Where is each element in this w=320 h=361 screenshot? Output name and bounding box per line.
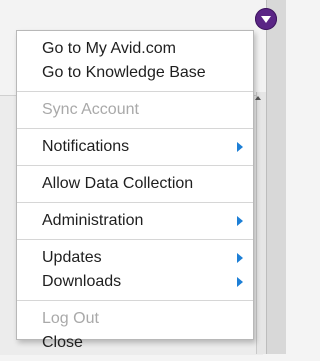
scroll-up-icon[interactable] — [255, 96, 261, 100]
menu-item-administration[interactable]: Administration — [17, 209, 253, 233]
menu-item-close[interactable]: Close — [17, 331, 253, 355]
chevron-right-icon — [237, 277, 243, 287]
menu-group-data-collection: Allow Data Collection — [17, 166, 253, 203]
menu-item-downloads[interactable]: Downloads — [17, 270, 253, 294]
menu-item-label: Log Out — [42, 310, 99, 327]
menu-item-label: Administration — [42, 212, 144, 229]
menu-group-links: Go to My Avid.com Go to Knowledge Base — [17, 31, 253, 92]
window-edge — [266, 0, 286, 354]
chevron-right-icon — [237, 142, 243, 152]
menu-item-allow-data-collection[interactable]: Allow Data Collection — [17, 172, 253, 196]
menu-item-go-to-my-avid[interactable]: Go to My Avid.com — [17, 37, 253, 61]
menu-item-label: Close — [42, 334, 83, 351]
menu-item-updates[interactable]: Updates — [17, 246, 253, 270]
menu-item-label: Downloads — [42, 273, 122, 290]
menu-trigger-button[interactable] — [255, 8, 277, 30]
menu-item-sync-account: Sync Account — [17, 98, 253, 122]
menu-item-label: Go to Knowledge Base — [42, 64, 206, 81]
menu-group-sync: Sync Account — [17, 92, 253, 129]
menu-group-administration: Administration — [17, 203, 253, 240]
chevron-right-icon — [237, 216, 243, 226]
menu-item-label: Notifications — [42, 138, 130, 155]
menu-item-go-to-knowledge-base[interactable]: Go to Knowledge Base — [17, 61, 253, 85]
menu-group-updates: Updates Downloads — [17, 240, 253, 301]
menu-item-log-out: Log Out — [17, 307, 253, 331]
chevron-down-icon — [261, 16, 271, 23]
menu-group-notifications: Notifications — [17, 129, 253, 166]
chevron-right-icon — [237, 253, 243, 263]
menu-group-session: Log Out Close — [17, 301, 253, 361]
menu-item-notifications[interactable]: Notifications — [17, 135, 253, 159]
menu-item-label: Updates — [42, 249, 102, 266]
menu-item-label: Sync Account — [42, 101, 139, 118]
menu-item-label: Allow Data Collection — [42, 175, 194, 192]
dropdown-menu: Go to My Avid.com Go to Knowledge Base S… — [16, 30, 254, 351]
menu-item-label: Go to My Avid.com — [42, 40, 176, 57]
